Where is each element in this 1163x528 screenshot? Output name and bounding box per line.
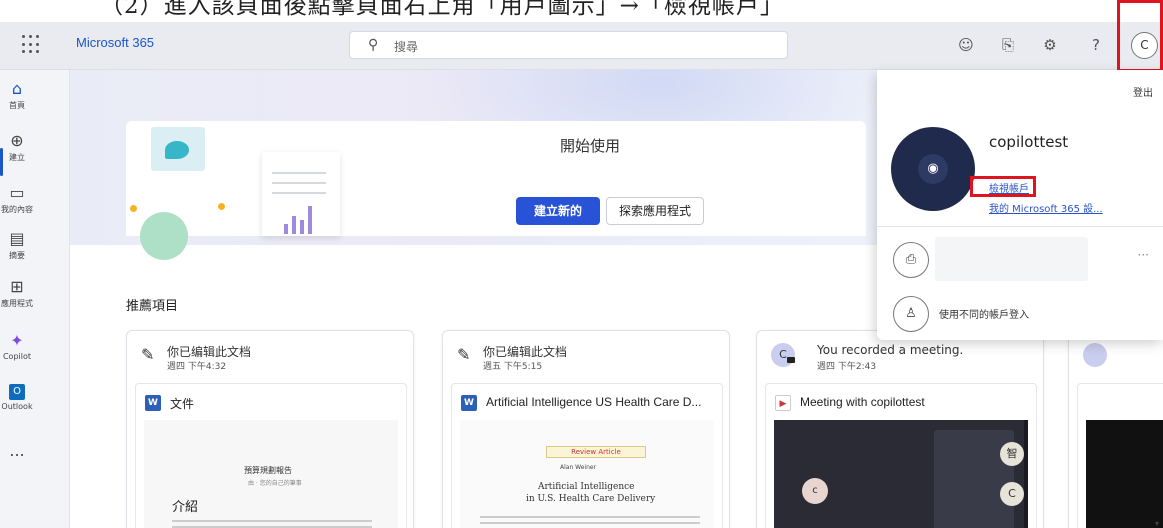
account-panel: 登出 ◉ copilottest 檢視帳戶 我的 Microsoft 365 設… [877,70,1163,340]
help-icon[interactable]: ? [1085,34,1107,56]
chart-illustration [140,212,188,260]
feedback-icon[interactable]: ⎘ [997,34,1019,56]
preview-title: in U.S. Health Care Delivery [526,494,656,504]
rail-more-button[interactable]: ... [0,442,34,460]
rail-item-copilot[interactable]: ✦ Copilot [0,331,34,362]
scroll-down-icon[interactable]: ▾ [1155,519,1159,528]
preview-section: 介紹 [172,500,199,515]
video-icon [787,357,795,363]
top-bar: Microsoft 365 ⚲ 搜尋 ☺ ⎘ ⚙ ? C [0,22,1163,70]
file-name: Meeting with copilottest [800,395,925,409]
bird-illustration [151,127,205,171]
recommended-card[interactable]: ✎ 你已编辑此文档 週五 下午5:15 W Artificial Intelli… [442,330,730,528]
switch-account-link[interactable]: 使用不同的帳戶登入 [939,306,1029,321]
badge-icon[interactable]: ⎙ [893,242,929,278]
recommended-card-partial[interactable] [1068,330,1163,528]
search-icon: ⚲ [368,37,379,53]
file-preview-card[interactable]: W Artificial Intelligence US Health Care… [451,383,723,528]
get-started-card [126,121,866,236]
rail-item-apps[interactable]: ⊞ 應用程式 [0,278,34,309]
preview-title: Artificial Intelligence [538,482,635,492]
explore-apps-button[interactable]: 探索應用程式 [606,197,704,225]
activity-time: 週四 下午2:43 [817,362,877,372]
file-name: Artificial Intelligence US Health Care D… [486,395,702,409]
m365-settings-link[interactable]: 我的 Microsoft 365 設... [989,200,1103,215]
activity-text: 你已编辑此文档 [483,345,568,359]
app-title[interactable]: Microsoft 365 [76,35,154,50]
participant-badge: C [1000,482,1024,506]
document-preview: Review Article Alan Weiner Artificial In… [460,420,714,528]
feed-icon: ▤ [9,229,25,248]
document-preview: 預算規劃報告 由 · 您的自己的筆事 介紹 [144,420,398,528]
outlook-icon: O [9,384,25,400]
activity-text: 你已编辑此文档 [167,345,252,359]
word-file-icon: W [145,395,161,411]
recommended-title: 推薦項目 [126,299,179,314]
rail-item-create[interactable]: ⊕ 建立 [0,132,34,163]
preview-author: Alan Weiner [560,464,597,471]
settings-icon[interactable]: ⚙ [1039,34,1061,56]
decor-dot [130,205,137,212]
meeting-preview: c 智 C [774,420,1028,528]
more-icon: ... [9,441,25,460]
folder-icon: ▭ [9,183,25,202]
rail-item-feed[interactable]: ▤ 摘要 [0,230,34,261]
copilot-icon: ✦ [10,331,24,350]
file-name: 文件 [170,397,195,411]
decor-dot [218,203,225,210]
rail-label: 建立 [9,153,25,162]
video-file-icon: ▶ [775,395,791,411]
screenshot-root: { "caption": "（2）進入該頁面後點擊頁面右上角「用戶圖示」→「檢視… [0,0,1163,528]
rail-item-home[interactable]: ⌂ 首頁 [0,80,34,111]
more-options-icon[interactable]: ··· [1138,248,1149,262]
recommended-card[interactable]: C You recorded a meeting. 週四 下午2:43 ▶ Me… [756,330,1044,528]
app-launcher-icon[interactable] [22,35,42,55]
rail-label: 摘要 [9,251,25,260]
rail-item-outlook[interactable]: O Outlook [0,384,34,411]
recommended-card[interactable]: ✎ 你已编辑此文档 週四 下午4:32 W 文件 預算規劃報告 由 · 您的自己… [126,330,414,528]
edit-pencil-icon: ✎ [141,345,155,364]
profile-avatar[interactable]: ◉ [891,127,975,211]
word-file-icon: W [461,395,477,411]
get-started-title: 開始使用 [560,137,621,155]
file-preview-card[interactable]: ▶ Meeting with copilottest c 智 C [765,383,1037,528]
participant-badge: 智 [1000,442,1024,466]
edit-pencil-icon: ✎ [457,345,471,364]
apps-icon: ⊞ [10,277,24,296]
rail-label: Outlook [1,402,33,411]
preview-sub: 由 · 您的自己的筆事 [248,480,302,487]
search-input[interactable]: ⚲ 搜尋 [349,31,788,59]
other-account-row[interactable] [935,237,1088,281]
account-name: copilottest [989,133,1069,151]
participant-avatar: c [802,478,828,504]
preview-banner: Review Article [546,446,646,458]
document-illustration [262,152,340,236]
search-placeholder: 搜尋 [394,40,419,54]
preview-heading: 預算規劃報告 [244,466,292,475]
highlight-box-avatar [1117,0,1163,72]
create-icon: ⊕ [10,131,24,150]
rail-label: Copilot [2,352,32,361]
divider [877,226,1163,227]
activity-time: 週五 下午5:15 [483,362,543,372]
add-user-icon[interactable]: ♙ [893,296,929,332]
file-preview-card[interactable]: W 文件 預算規劃報告 由 · 您的自己的筆事 介紹 [135,383,407,528]
user-avatar: C [771,343,795,367]
create-new-button[interactable]: 建立新的 [516,197,600,225]
rail-label: 應用程式 [1,299,33,308]
home-icon: ⌂ [11,79,23,98]
activity-text: You recorded a meeting. [817,343,964,357]
highlight-box-view-account [970,176,1036,197]
activity-time: 週四 下午4:32 [167,362,227,372]
rail-label: 首頁 [9,101,25,110]
rail-label: 我的內容 [1,205,33,214]
sign-out-link[interactable]: 登出 [1133,84,1153,99]
smiley-icon[interactable]: ☺ [955,34,977,56]
instruction-caption: （2）進入該頁面後點擊頁面右上角「用戶圖示」→「檢視帳戶」 [100,0,784,19]
user-avatar [1083,343,1107,367]
rail-item-my-content[interactable]: ▭ 我的內容 [0,184,34,215]
camera-icon[interactable]: ◉ [918,154,948,184]
left-rail: ⌂ 首頁 ⊕ 建立 ▭ 我的內容 ▤ 摘要 ⊞ 應用程式 ✦ Copilot O… [0,70,70,528]
